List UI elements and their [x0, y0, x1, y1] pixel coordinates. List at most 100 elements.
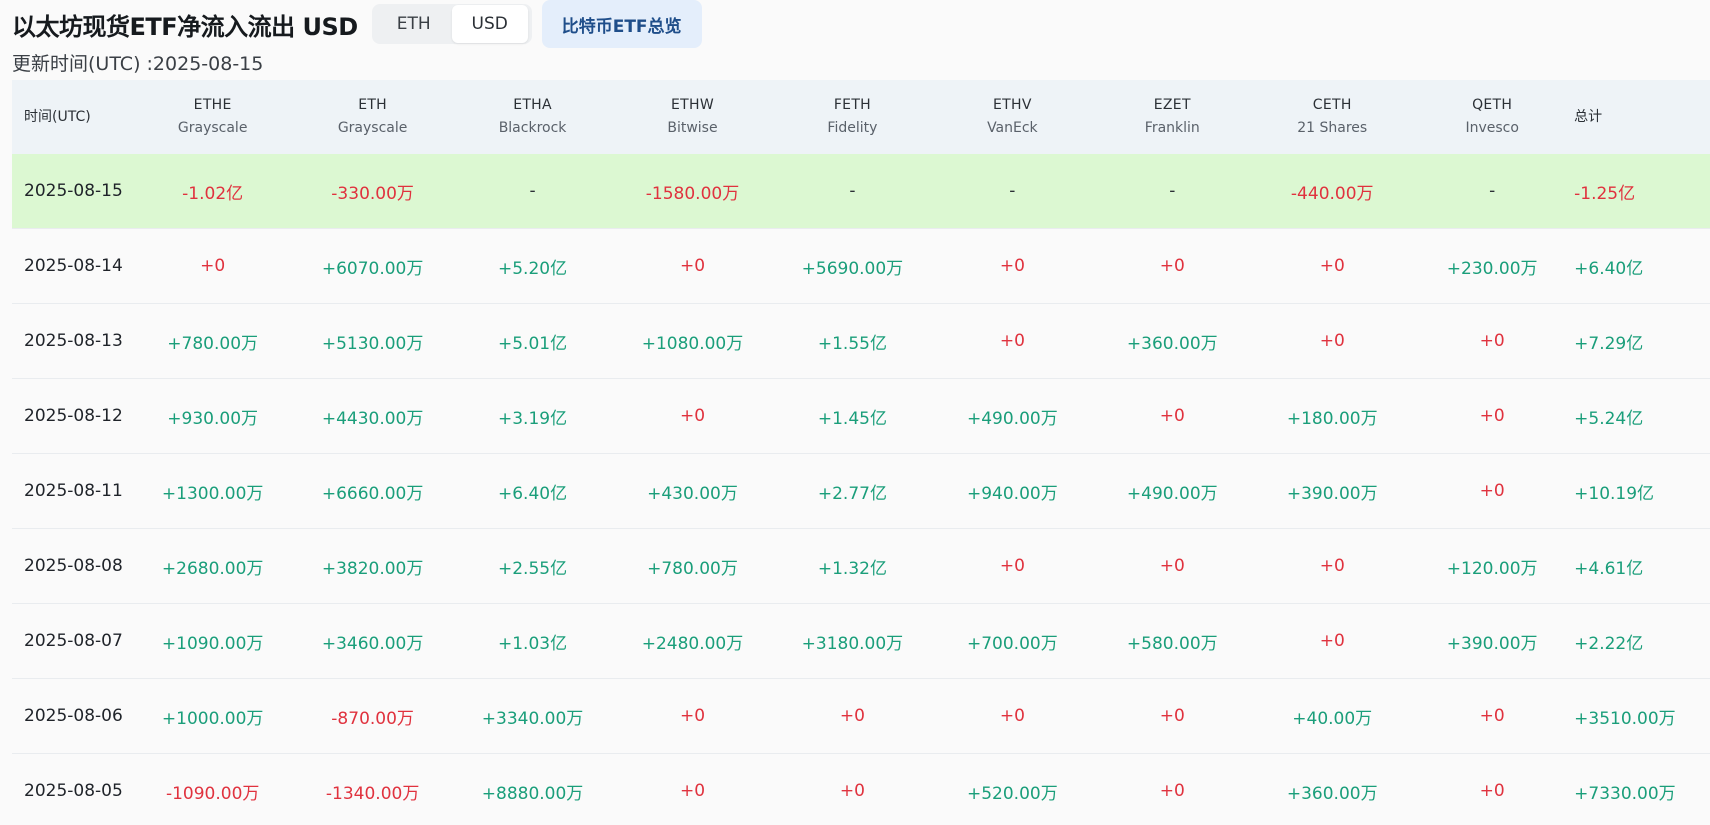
table-row: 2025-08-05 -1090.00万 -1340.00万 +8880.00万 +0 +… [12, 753, 1710, 825]
row-total: +7.29亿 [1572, 303, 1710, 379]
flow-cell-ezet: +0 [1092, 528, 1253, 604]
flow-cell-ezet: +490.00万 [1092, 453, 1253, 529]
flow-cell-ethw: +1080.00万 [612, 303, 773, 379]
etf-flow-table: 时间(UTC) ETHE Grayscale ETH Grayscale ETHA Bla… [12, 80, 1710, 825]
column-ticker: ETHV [993, 97, 1032, 113]
row-date: 2025-08-06 [12, 678, 133, 754]
flow-cell-ethe: +2680.00万 [132, 528, 293, 604]
flow-cell-ceth: +0 [1252, 303, 1413, 379]
column-ticker: ETH [358, 97, 388, 113]
flow-cell-eth: +4430.00万 [292, 378, 453, 454]
table-row: 2025-08-14 +0 +6070.00万 +5.20亿 +0 +5690.00万 +0… [12, 228, 1710, 304]
row-date: 2025-08-14 [12, 228, 133, 304]
table-row: 2025-08-11 +1300.00万 +6660.00万 +6.40亿 +430.0… [12, 453, 1710, 529]
row-total: +3510.00万 [1572, 678, 1710, 754]
flow-cell-eth: -870.00万 [292, 678, 453, 754]
flow-cell-feth: +3180.00万 [772, 603, 933, 679]
table-row: 2025-08-13 +780.00万 +5130.00万 +5.01亿 +1080.0… [12, 303, 1710, 379]
flow-cell-ezet: +580.00万 [1092, 603, 1253, 679]
flow-cell-ethv: +490.00万 [932, 378, 1093, 454]
table-row: 2025-08-08 +2680.00万 +3820.00万 +2.55亿 +780.0… [12, 528, 1710, 604]
flow-cell-feth: - [772, 154, 933, 229]
flow-cell-feth: +0 [772, 678, 933, 754]
column-header-ezet: EZET Franklin [1092, 80, 1253, 154]
flow-cell-feth: +2.77亿 [772, 453, 933, 529]
unit-toggle: ETH USD [371, 4, 532, 44]
column-header-total: 总计 [1572, 80, 1710, 154]
flow-cell-ethv: - [932, 154, 1093, 229]
column-header-qeth: QETH Invesco [1412, 80, 1573, 154]
page-header: 以太坊现货ETF净流入流出 USD ETH USD 比特币ETF总览 [12, 0, 1710, 48]
row-date: 2025-08-07 [12, 603, 133, 679]
flow-cell-qeth: +0 [1412, 378, 1573, 454]
flow-cell-eth: +3820.00万 [292, 528, 453, 604]
flow-cell-etha: +6.40亿 [452, 453, 613, 529]
table-row: 2025-08-12 +930.00万 +4430.00万 +3.19亿 +0 +1.45… [12, 378, 1710, 454]
flow-cell-ethe: +780.00万 [132, 303, 293, 379]
flow-cell-etha: +5.01亿 [452, 303, 613, 379]
column-ticker: ETHE [193, 97, 232, 113]
table-row: 2025-08-07 +1090.00万 +3460.00万 +1.03亿 +2480.… [12, 603, 1710, 679]
etf-flow-page: 以太坊现货ETF净流入流出 USD ETH USD 比特币ETF总览 更新时间(… [0, 0, 1710, 825]
row-total: +5.24亿 [1572, 378, 1710, 454]
row-total: +2.22亿 [1572, 603, 1710, 679]
unit-option-usd[interactable]: USD [451, 5, 528, 43]
column-issuer: Grayscale [177, 120, 248, 136]
flow-cell-etha: +2.55亿 [452, 528, 613, 604]
flow-cell-ethw: +0 [612, 678, 773, 754]
column-header-ethe: ETHE Grayscale [132, 80, 293, 154]
column-header-eth: ETH Grayscale [292, 80, 453, 154]
flow-cell-ethe: +0 [132, 228, 293, 304]
table-row: 2025-08-06 +1000.00万 -870.00万 +3340.00万 +0 +0… [12, 678, 1710, 754]
column-issuer: Grayscale [337, 120, 408, 136]
column-header-feth: FETH Fidelity [772, 80, 933, 154]
column-issuer: Franklin [1144, 120, 1200, 136]
column-header-ceth: CETH 21 Shares [1252, 80, 1413, 154]
flow-cell-ethw: +0 [612, 378, 773, 454]
flow-cell-etha: +3340.00万 [452, 678, 613, 754]
row-date: 2025-08-12 [12, 378, 133, 454]
row-total: +7330.00万 [1572, 753, 1710, 825]
table-row: 2025-08-15 -1.02亿 -330.00万 - -1580.00万 - - - -44… [12, 154, 1710, 229]
flow-cell-ezet: +0 [1092, 753, 1253, 825]
btc-etf-overview-button[interactable]: 比特币ETF总览 [541, 0, 702, 48]
column-header-time: 时间(UTC) [12, 80, 133, 154]
flow-cell-ceth: +0 [1252, 528, 1413, 604]
flow-cell-feth: +0 [772, 753, 933, 825]
flow-cell-ethv: +0 [932, 528, 1093, 604]
row-date: 2025-08-05 [12, 753, 133, 825]
row-date: 2025-08-13 [12, 303, 133, 379]
flow-cell-ezet: +360.00万 [1092, 303, 1253, 379]
flow-cell-etha: +5.20亿 [452, 228, 613, 304]
flow-cell-ceth: +0 [1252, 603, 1413, 679]
flow-cell-ethe: +1000.00万 [132, 678, 293, 754]
column-header-ethw: ETHW Bitwise [612, 80, 773, 154]
flow-cell-ezet: +0 [1092, 378, 1253, 454]
flow-cell-qeth: +390.00万 [1412, 603, 1573, 679]
flow-cell-etha: +3.19亿 [452, 378, 613, 454]
flow-cell-etha: +8880.00万 [452, 753, 613, 825]
flow-cell-feth: +1.32亿 [772, 528, 933, 604]
flow-cell-ezet: +0 [1092, 678, 1253, 754]
flow-cell-qeth: +0 [1412, 453, 1573, 529]
row-total: -1.25亿 [1572, 154, 1710, 229]
flow-cell-ethe: -1090.00万 [132, 753, 293, 825]
flow-cell-ceth: +390.00万 [1252, 453, 1413, 529]
table-header-row: 时间(UTC) ETHE Grayscale ETH Grayscale ETHA Bla… [12, 80, 1710, 154]
column-ticker: ETHA [513, 97, 552, 113]
column-ticker: QETH [1472, 97, 1513, 113]
flow-cell-feth: +1.45亿 [772, 378, 933, 454]
flow-cell-ethw: +2480.00万 [612, 603, 773, 679]
column-issuer: Invesco [1465, 120, 1519, 136]
flow-cell-ethe: +1300.00万 [132, 453, 293, 529]
flow-cell-ethe: -1.02亿 [132, 154, 293, 229]
flow-cell-ethv: +940.00万 [932, 453, 1093, 529]
flow-cell-ethv: +0 [932, 303, 1093, 379]
flow-cell-eth: +6660.00万 [292, 453, 453, 529]
unit-option-eth[interactable]: ETH [376, 5, 452, 43]
column-issuer: 21 Shares [1297, 120, 1368, 136]
flow-cell-eth: -330.00万 [292, 154, 453, 229]
column-ticker: CETH [1312, 97, 1352, 113]
row-date: 2025-08-11 [12, 453, 133, 529]
row-total: +6.40亿 [1572, 228, 1710, 304]
